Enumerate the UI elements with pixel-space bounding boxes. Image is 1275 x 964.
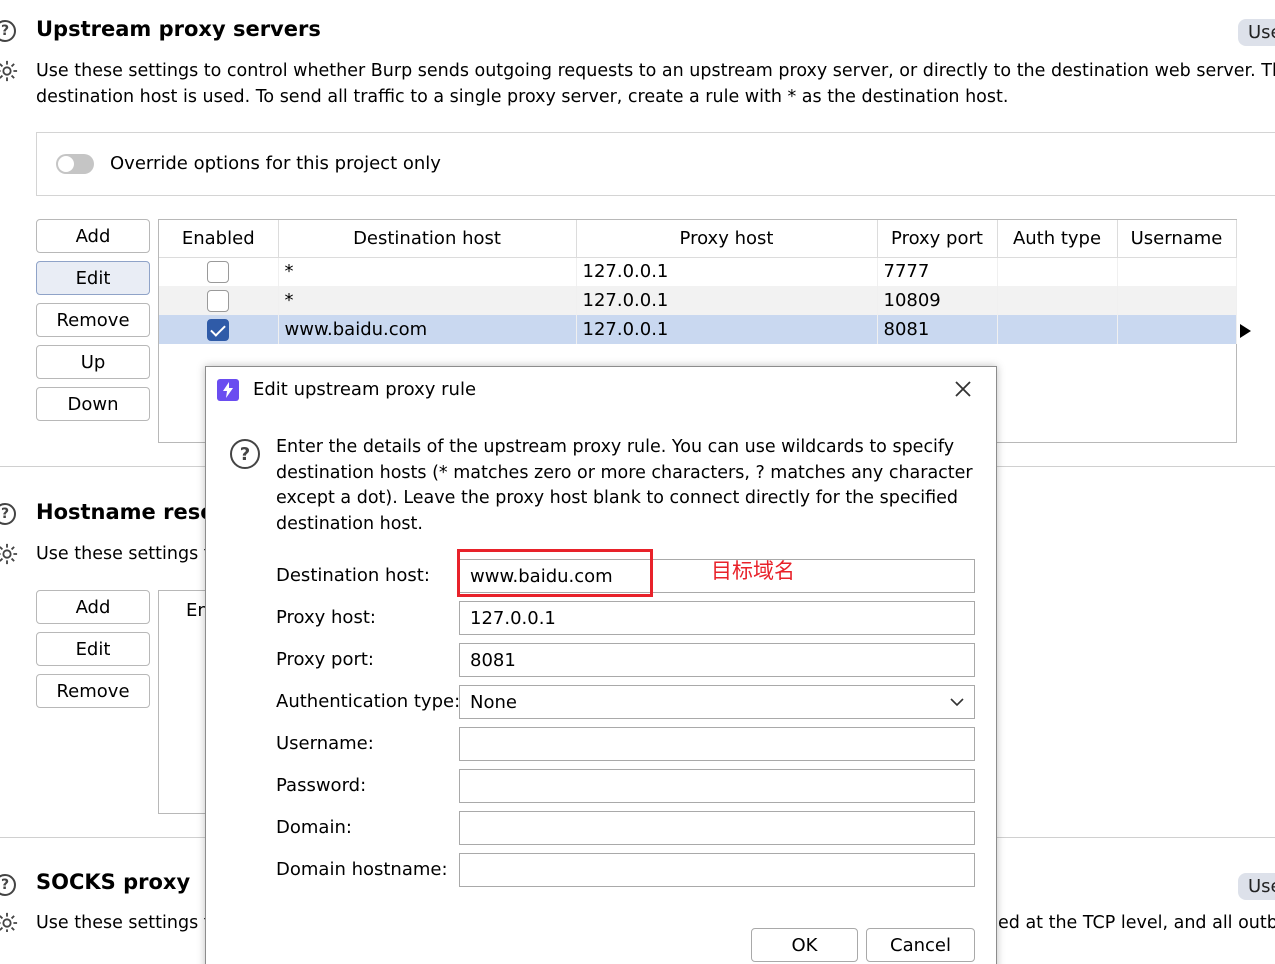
destination-host-label: Destination host:	[276, 565, 430, 586]
cell-destination-host: *	[278, 257, 577, 286]
cell-proxy-host: 127.0.0.1	[576, 315, 878, 344]
help-icon: ?	[230, 439, 260, 469]
help-icon[interactable]: ?	[0, 874, 16, 896]
ok-button[interactable]: OK	[751, 928, 858, 962]
use-defaults-button[interactable]: Use	[1238, 19, 1275, 46]
gear-icon[interactable]	[0, 543, 18, 565]
column-header-proxy-port[interactable]: Proxy port	[877, 220, 998, 258]
cell-username	[1117, 286, 1237, 315]
cell-auth-type	[997, 286, 1118, 315]
enabled-checkbox[interactable]	[207, 289, 230, 312]
column-header-username[interactable]: Username	[1117, 220, 1237, 258]
gear-icon[interactable]	[0, 912, 18, 934]
annotation-text: 目标域名	[711, 559, 795, 583]
down-button[interactable]: Down	[36, 387, 150, 421]
cell-username	[1117, 257, 1237, 286]
proxy-host-label: Proxy host:	[276, 607, 376, 628]
cell-proxy-host: 127.0.0.1	[576, 286, 878, 315]
close-icon[interactable]	[954, 380, 972, 398]
section-title-socks: SOCKS proxy	[36, 870, 191, 894]
table-row[interactable]: * 127.0.0.1 7777	[159, 257, 1237, 286]
gear-icon[interactable]	[0, 60, 18, 82]
cell-proxy-port: 10809	[877, 286, 998, 315]
authentication-type-label: Authentication type:	[276, 691, 461, 712]
edit-button[interactable]: Edit	[36, 261, 150, 295]
column-header-destination-host[interactable]: Destination host	[278, 220, 577, 258]
cell-proxy-port: 7777	[877, 257, 998, 286]
enabled-checkbox-checked[interactable]	[207, 318, 230, 341]
cell-auth-type	[997, 257, 1118, 286]
proxy-port-input[interactable]: 8081	[459, 643, 975, 677]
section-title-hostname: Hostname resol	[36, 500, 222, 524]
chevron-down-icon	[950, 698, 964, 707]
cancel-button[interactable]: Cancel	[866, 928, 975, 962]
dialog-help-text: Enter the details of the upstream proxy …	[276, 437, 973, 534]
table-header-row: Enabled Destination host Proxy host Prox…	[159, 220, 1237, 258]
cell-proxy-host: 127.0.0.1	[576, 257, 878, 286]
cell-auth-type	[997, 315, 1118, 344]
domain-hostname-label: Domain hostname:	[276, 859, 448, 880]
override-label: Override options for this project only	[110, 153, 441, 174]
section-description: Use these settings to control whether Bu…	[36, 61, 1275, 81]
edit-upstream-proxy-rule-dialog: Edit upstream proxy rule ? Enter the det…	[205, 366, 997, 964]
highlight-box	[457, 549, 653, 597]
help-icon[interactable]: ?	[0, 20, 16, 42]
column-header-proxy-host[interactable]: Proxy host	[576, 220, 878, 258]
cell-destination-host: *	[278, 286, 577, 315]
cell-proxy-port: 8081	[877, 315, 998, 344]
password-label: Password:	[276, 775, 367, 796]
column-header-auth-type[interactable]: Auth type	[997, 220, 1118, 258]
add-button[interactable]: Add	[36, 590, 150, 624]
table-row[interactable]: * 127.0.0.1 10809	[159, 286, 1237, 315]
proxy-port-label: Proxy port:	[276, 649, 374, 670]
remove-button[interactable]: Remove	[36, 303, 150, 337]
add-button[interactable]: Add	[36, 219, 150, 253]
up-button[interactable]: Up	[36, 345, 150, 379]
username-input[interactable]	[459, 727, 975, 761]
cell-username	[1117, 315, 1237, 344]
use-defaults-button[interactable]: Use	[1238, 873, 1275, 900]
proxy-rules-table: Enabled Destination host Proxy host Prox…	[159, 220, 1237, 344]
column-header-enabled[interactable]: Enabled	[159, 220, 279, 258]
username-label: Username:	[276, 733, 374, 754]
proxy-host-input[interactable]: 127.0.0.1	[459, 601, 975, 635]
table-row-selected[interactable]: www.baidu.com 127.0.0.1 8081	[159, 315, 1237, 344]
authentication-type-select[interactable]: None	[459, 685, 975, 719]
domain-label: Domain:	[276, 817, 352, 838]
override-toggle[interactable]	[56, 154, 94, 174]
enabled-checkbox[interactable]	[207, 260, 230, 283]
remove-button[interactable]: Remove	[36, 674, 150, 708]
burp-logo-icon	[217, 379, 239, 401]
domain-hostname-input[interactable]	[459, 853, 975, 887]
edit-button[interactable]: Edit	[36, 632, 150, 666]
authentication-type-value: None	[470, 691, 517, 713]
section-title-upstream: Upstream proxy servers	[36, 17, 321, 41]
row-pointer-arrow-icon	[1240, 324, 1251, 338]
section-description: Use these settings t	[36, 544, 211, 564]
domain-input[interactable]	[459, 811, 975, 845]
help-icon[interactable]: ?	[0, 503, 16, 525]
override-panel: Override options for this project only	[36, 132, 1275, 196]
password-input[interactable]	[459, 769, 975, 803]
cell-destination-host: www.baidu.com	[278, 315, 577, 344]
section-description-2: destination host is used. To send all tr…	[36, 87, 1009, 107]
dialog-title: Edit upstream proxy rule	[253, 379, 477, 400]
